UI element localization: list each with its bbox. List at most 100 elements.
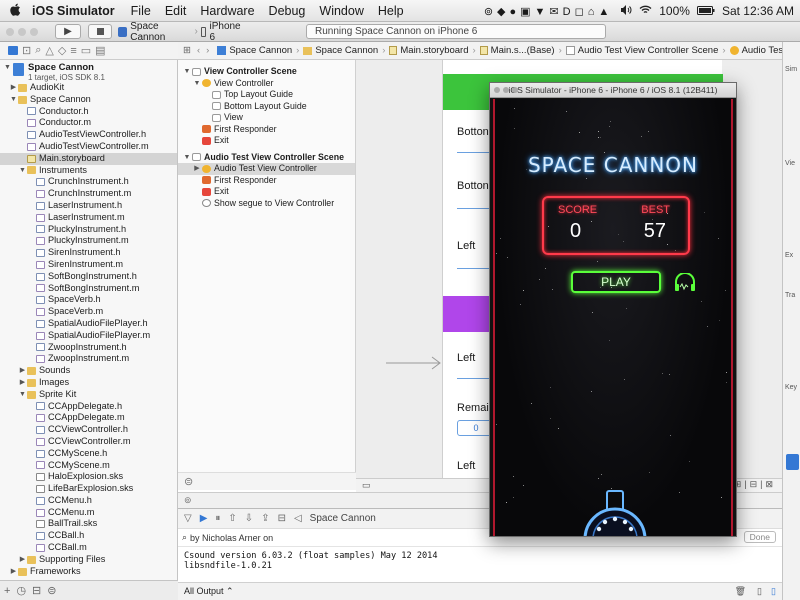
step-out-icon[interactable]: ⇪ — [261, 513, 269, 524]
navigator-item[interactable]: SpaceVerb.m — [0, 306, 177, 318]
outline-item[interactable]: View — [178, 112, 355, 124]
navigator-item[interactable]: ZwoopInstrument.m — [0, 353, 177, 365]
breakpoints-icon[interactable]: ▶ — [200, 513, 208, 524]
navigator-item[interactable]: CCMenu.m — [0, 507, 177, 519]
close-window-button[interactable] — [494, 87, 500, 93]
navigator-item[interactable]: ▶ Frameworks — [0, 566, 177, 578]
disclosure-icon[interactable]: ▶ — [192, 163, 202, 175]
menu-hardware[interactable]: Hardware — [200, 4, 254, 18]
layout-tools-icon[interactable]: ⊞|⊟|⊠ — [734, 479, 776, 490]
hide-debug-icon[interactable]: ▽ — [184, 513, 192, 524]
navigator-item[interactable]: ▶ Supporting Files — [0, 554, 177, 566]
close-window-button[interactable] — [6, 28, 14, 36]
project-navigator-tab-icon[interactable] — [8, 46, 18, 55]
canvas-label-5[interactable]: Remai — [457, 402, 489, 414]
navigator-item[interactable]: ▼ Sprite Kit — [0, 389, 177, 401]
simulator-title-bar[interactable]: iOS Simulator - iPhone 6 - iPhone 6 / iO… — [490, 83, 736, 98]
navigator-item[interactable]: CCMenu.h — [0, 495, 177, 507]
navigator-item[interactable]: PluckyInstrument.m — [0, 235, 177, 247]
disclosure-icon[interactable]: ▶ — [18, 365, 27, 377]
log-navigator-tab-icon[interactable]: ▤ — [95, 44, 105, 57]
disclosure-icon[interactable]: ▼ — [182, 152, 192, 164]
outline-item[interactable]: Show segue to View Controller — [178, 198, 355, 210]
outline-toggle-icon[interactable]: ▭ — [362, 480, 371, 491]
navigator-item[interactable]: LifeBarExplosion.sks — [0, 483, 177, 495]
navigator-item[interactable]: PluckyInstrument.h — [0, 224, 177, 236]
navigator-item[interactable]: LaserInstrument.h — [0, 200, 177, 212]
crumb-file[interactable]: Main.storyboard — [389, 45, 469, 56]
navigator-item[interactable]: CCBall.h — [0, 530, 177, 542]
navigator-item[interactable]: AudioTestViewController.h — [0, 129, 177, 141]
step-in-icon[interactable]: ⇩ — [245, 513, 253, 524]
wifi-icon[interactable] — [639, 4, 652, 18]
app-menu[interactable]: iOS Simulator — [32, 4, 115, 18]
outline-scene-header[interactable]: ▼ View Controller Scene — [178, 66, 355, 78]
navigator-item[interactable]: ▶ Images — [0, 377, 177, 389]
disclosure-icon[interactable]: ▼ — [192, 78, 202, 90]
navigator-item[interactable]: LaserInstrument.m — [0, 212, 177, 224]
outline-item[interactable]: ▶ Audio Test View Controller — [178, 163, 355, 175]
disclosure-icon[interactable]: ▼ — [18, 389, 27, 401]
play-button[interactable]: PLAY — [571, 271, 661, 293]
disclosure-icon[interactable]: ▶ — [9, 566, 18, 578]
navigator-item[interactable]: BallTrail.sks — [0, 518, 177, 530]
recent-icon[interactable]: ◷ — [16, 584, 26, 597]
clock[interactable]: Sat 12:36 AM — [722, 4, 794, 18]
add-icon[interactable]: + — [4, 585, 10, 597]
navigator-item[interactable]: CCBall.m — [0, 542, 177, 554]
zoom-window-button[interactable] — [512, 87, 518, 93]
settings-icon[interactable]: ⊚ — [184, 495, 192, 506]
navigator-item[interactable]: SpatialAudioFilePlayer.m — [0, 330, 177, 342]
canvas-label-1[interactable]: Botton — [457, 126, 489, 138]
run-button[interactable]: ▶ — [55, 24, 81, 39]
crumb-scene[interactable]: Audio Test View Controller Scene — [565, 45, 718, 56]
outline-item[interactable]: Top Layout Guide — [178, 89, 355, 101]
disclosure-icon[interactable]: ▼ — [4, 64, 13, 71]
navigator-item[interactable]: Main.storyboard — [0, 152, 177, 165]
outline-item[interactable]: Exit — [178, 186, 355, 198]
disclosure-icon[interactable]: ▶ — [18, 554, 27, 566]
minimize-window-button[interactable] — [18, 28, 26, 36]
disclosure-icon[interactable]: ▼ — [9, 94, 18, 106]
back-button[interactable]: ‹ — [197, 45, 200, 56]
zoom-window-button[interactable] — [30, 28, 38, 36]
crumb-controller[interactable]: Audio Test View Controller — [729, 45, 782, 56]
navigator-item[interactable]: CCViewController.m — [0, 436, 177, 448]
navigator-item[interactable]: AudioTestViewController.m — [0, 141, 177, 153]
filter-icon[interactable]: ⊜ — [184, 475, 193, 488]
forward-button[interactable]: › — [206, 45, 209, 56]
scm-icon[interactable]: ⊟ — [32, 584, 41, 597]
stop-button[interactable] — [88, 24, 112, 39]
console-output[interactable]: Csound version 6.03.2 (float samples) Ma… — [178, 547, 782, 575]
battery-icon[interactable] — [696, 4, 715, 18]
canvas-label-6[interactable]: Left — [457, 460, 475, 472]
breakpoint-navigator-tab-icon[interactable]: ▭ — [81, 44, 91, 57]
volume-icon[interactable] — [620, 4, 632, 18]
disclosure-icon[interactable]: ▶ — [9, 82, 18, 94]
view-debugger-icon[interactable]: ⊟ — [278, 513, 286, 524]
headphones-icon[interactable] — [673, 272, 697, 296]
crumb-project[interactable]: Space Cannon — [217, 45, 292, 56]
done-button[interactable]: Done — [743, 531, 776, 543]
crumb-group[interactable]: Space Cannon — [303, 45, 378, 56]
test-navigator-tab-icon[interactable]: ◇ — [58, 44, 66, 57]
pause-icon[interactable]: ⏸ — [215, 513, 220, 524]
navigator-item[interactable]: CrunchInstrument.m — [0, 188, 177, 200]
disclosure-icon[interactable]: ▶ — [18, 377, 27, 389]
navigator-item[interactable]: Conductor.h — [0, 106, 177, 118]
navigator-item[interactable]: CCMyScene.h — [0, 448, 177, 460]
navigator-item[interactable]: CrunchInstrument.h — [0, 176, 177, 188]
outline-item[interactable]: First Responder — [178, 175, 355, 187]
navigator-item[interactable]: CCMyScene.m — [0, 460, 177, 472]
location-icon[interactable]: ◁ — [294, 513, 302, 524]
menu-debug[interactable]: Debug — [269, 4, 306, 18]
navigator-item[interactable]: CCViewController.h — [0, 424, 177, 436]
outline-item[interactable]: ▼ View Controller — [178, 78, 355, 90]
navigator-item[interactable]: SpaceVerb.h — [0, 294, 177, 306]
navigator-item[interactable]: ▼ Space Cannon — [0, 94, 177, 106]
navigator-item[interactable]: SoftBongInstrument.h — [0, 271, 177, 283]
navigator-item[interactable]: ▼ Instruments — [0, 165, 177, 177]
debug-navigator-tab-icon[interactable]: ≡ — [70, 45, 76, 57]
canvas-label-3[interactable]: Left — [457, 240, 475, 252]
navigator-item[interactable]: SirenInstrument.h — [0, 247, 177, 259]
